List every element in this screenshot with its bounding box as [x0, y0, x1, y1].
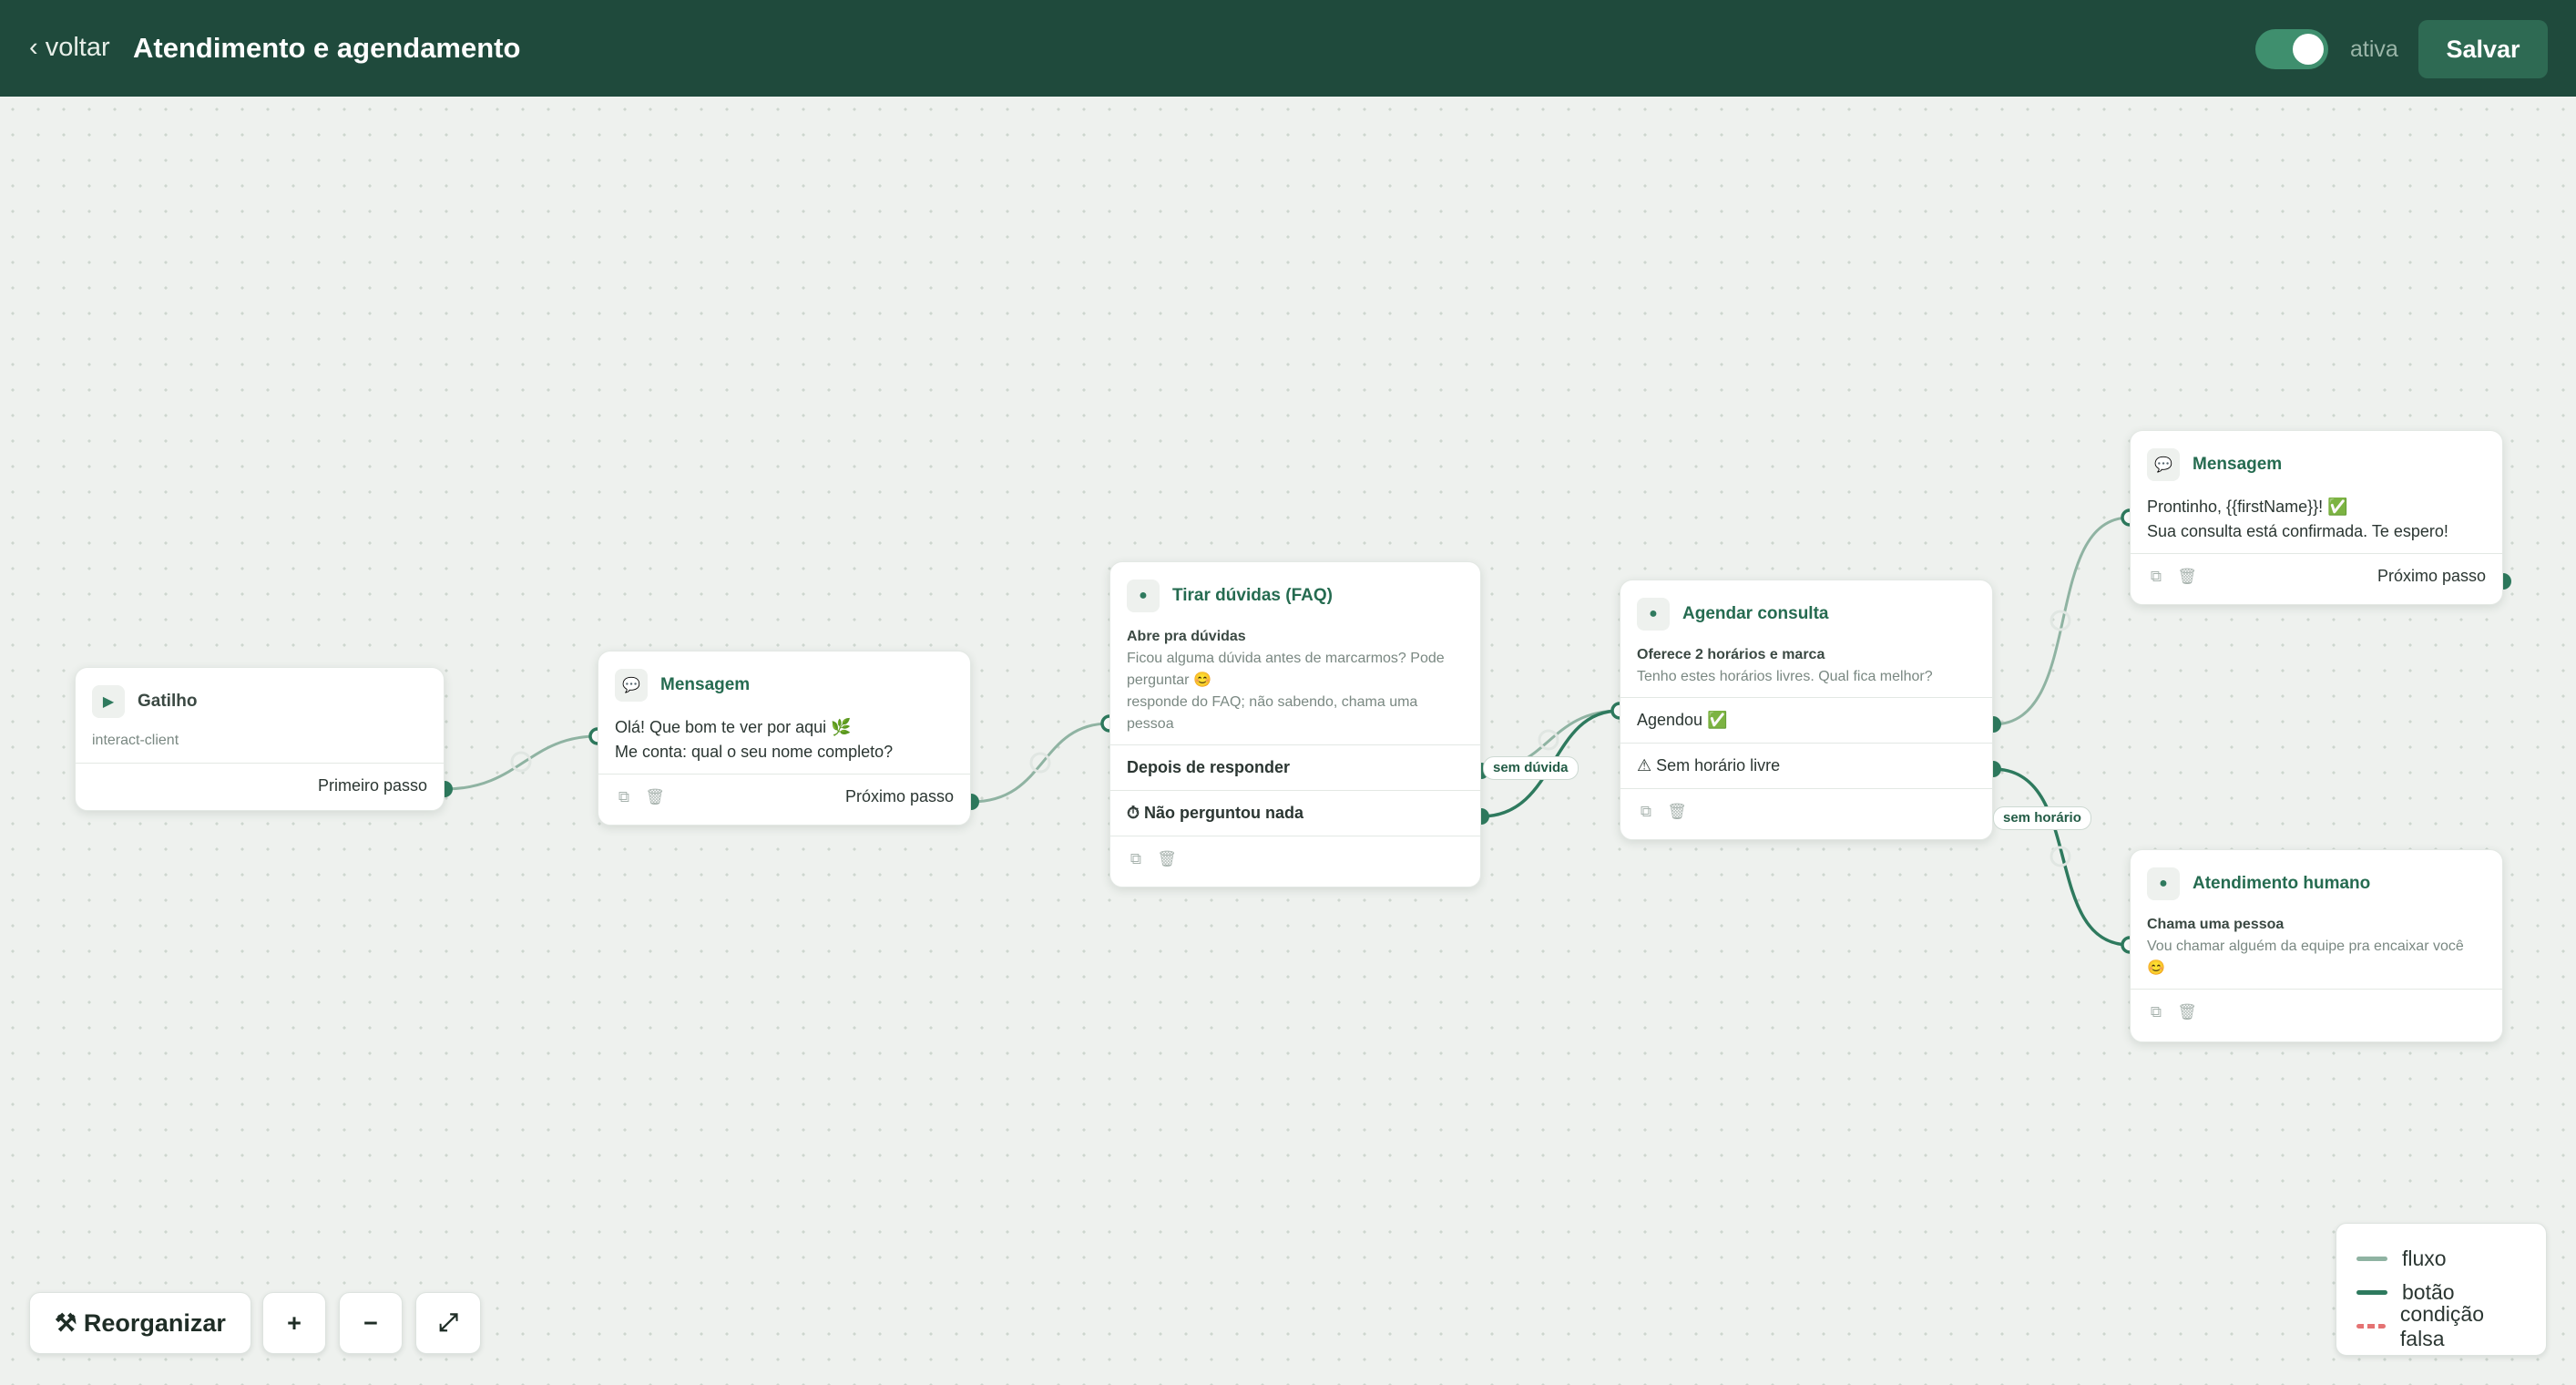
- node-text: Vou chamar alguém da equipe pra encaixar…: [2147, 939, 2464, 976]
- legend-swatch: [2356, 1324, 2386, 1329]
- reorganize-button[interactable]: ⚒ Reorganizar: [29, 1292, 251, 1354]
- branch-label: Agendou ✅: [1637, 711, 1728, 729]
- edge-label-no-slot: sem horário: [1993, 806, 2091, 830]
- legend-swatch: [2356, 1290, 2387, 1295]
- legend-label: fluxo: [2402, 1246, 2447, 1270]
- node-message-confirmation[interactable]: 💬 Mensagem Prontinho, {{firstName}}! ✅ S…: [2130, 430, 2503, 605]
- node-subheading: Abre pra dúvidas: [1127, 629, 1246, 644]
- duplicate-icon[interactable]: ⧉: [615, 788, 633, 806]
- message-line: Sua consulta está confirmada. Te espero!: [2147, 522, 2448, 540]
- trash-icon[interactable]: 🗑: [2177, 568, 2197, 586]
- branch-label: Depois de responder: [1127, 758, 1291, 776]
- legend-item-flow: fluxo: [2356, 1242, 2526, 1276]
- node-text: responde do FAQ; não sabendo, chama uma …: [1127, 694, 1418, 732]
- zoom-out-button[interactable]: −: [339, 1292, 403, 1354]
- node-faq[interactable]: ● Tirar dúvidas (FAQ) Abre pra dúvidas F…: [1109, 561, 1481, 887]
- trigger-output-row: Primeiro passo: [76, 763, 444, 808]
- branch-no-slot: ⚠ Sem horário livre: [1620, 743, 1992, 788]
- message-line: Olá! Que bom te ver por aqui 🌿: [615, 718, 852, 736]
- play-icon: ▶: [92, 685, 125, 718]
- message-line: Prontinho, {{firstName}}! ✅: [2147, 498, 2348, 516]
- branch-after-answer: Depois de responder: [1110, 744, 1480, 790]
- node-subheading: Oferece 2 horários e marca: [1637, 647, 1825, 662]
- node-title: Mensagem: [660, 675, 751, 694]
- trash-icon[interactable]: 🗑: [1157, 850, 1177, 868]
- dot-icon: ●: [1127, 580, 1160, 612]
- zoom-in-button[interactable]: +: [262, 1292, 326, 1354]
- message-line: Me conta: qual o seu nome completo?: [615, 743, 894, 761]
- branch-booked: Agendou ✅: [1620, 697, 1992, 743]
- node-schedule[interactable]: ● Agendar consulta Oferece 2 horários e …: [1620, 580, 1993, 840]
- dot-icon: ●: [2147, 867, 2180, 900]
- trigger-event: interact-client: [92, 733, 179, 748]
- branch-no-question: ⏱ Não perguntou nada: [1110, 790, 1480, 836]
- chat-bubble-icon: 💬: [615, 669, 648, 702]
- duplicate-icon[interactable]: ⧉: [1127, 850, 1145, 868]
- edge-schedule-noslot-to-human: [1992, 767, 2131, 947]
- node-subheading: Chama uma pessoa: [2147, 917, 2285, 932]
- edge-trigger-to-message: [444, 734, 598, 791]
- node-text: Tenho estes horários livres. Qual fica m…: [1637, 669, 1933, 684]
- node-title: Mensagem: [2193, 455, 2283, 474]
- branch-label: ⚠ Sem horário livre: [1637, 756, 1781, 775]
- branch-label: ⏱ Não perguntou nada: [1127, 804, 1304, 822]
- node-footer: ⧉ 🗑: [2131, 989, 2502, 1034]
- dot-icon: ●: [1637, 598, 1670, 631]
- edge-message-to-faq: [970, 722, 1110, 804]
- edge-label-no-question: sem dúvida: [1483, 756, 1579, 780]
- node-title: Gatilho: [138, 692, 198, 711]
- node-text: Ficou alguma dúvida antes de marcarmos? …: [1127, 651, 1445, 688]
- node-title: Agendar consulta: [1682, 604, 1829, 623]
- node-footer: ⧉ 🗑 Próximo passo: [2131, 553, 2502, 599]
- output-label: Primeiro passo: [317, 776, 427, 795]
- output-label: Próximo passo: [844, 787, 954, 805]
- legend-label: condição falsa: [2399, 1301, 2484, 1350]
- edge-schedule-booked-to-message: [1992, 516, 2131, 726]
- node-message-greeting[interactable]: 💬 Mensagem Olá! Que bom te ver por aqui …: [598, 651, 971, 826]
- duplicate-icon[interactable]: ⧉: [2147, 1003, 2165, 1021]
- chat-bubble-icon: 💬: [2147, 448, 2180, 481]
- node-footer: ⧉ 🗑: [1110, 836, 1480, 881]
- edge-legend: fluxo botão condição falsa: [2336, 1223, 2547, 1356]
- node-human-handoff[interactable]: ● Atendimento humano Chama uma pessoa Vo…: [2130, 849, 2503, 1042]
- node-title: Atendimento humano: [2193, 874, 2371, 893]
- node-footer: ⧉ 🗑: [1620, 788, 1992, 834]
- output-label: Próximo passo: [2377, 567, 2486, 585]
- trash-icon[interactable]: 🗑: [1667, 803, 1687, 821]
- trash-icon[interactable]: 🗑: [2177, 1003, 2197, 1021]
- legend-item-false-condition: condição falsa: [2356, 1302, 2526, 1350]
- node-trigger[interactable]: ▶ Gatilho interact-client Primeiro passo: [75, 667, 445, 811]
- fit-view-button[interactable]: ⤢: [415, 1292, 481, 1354]
- duplicate-icon[interactable]: ⧉: [2147, 568, 2165, 586]
- node-title: Tirar dúvidas (FAQ): [1172, 586, 1333, 605]
- node-footer: ⧉ 🗑 Próximo passo: [598, 774, 970, 819]
- legend-swatch: [2356, 1257, 2387, 1261]
- trash-icon[interactable]: 🗑: [645, 788, 665, 806]
- duplicate-icon[interactable]: ⧉: [1637, 803, 1655, 821]
